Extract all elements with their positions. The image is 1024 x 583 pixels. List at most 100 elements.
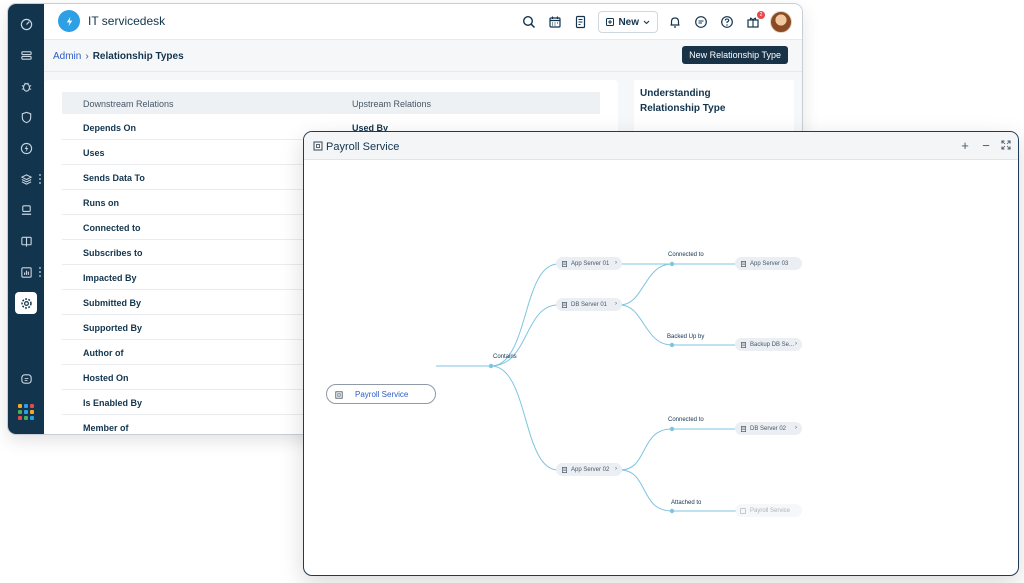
edge-label-backed-up-by: Backed Up by bbox=[667, 334, 705, 340]
service-ci-icon bbox=[335, 391, 343, 399]
admin-gear-icon[interactable] bbox=[15, 292, 37, 314]
edge-contains-app02 bbox=[490, 365, 559, 471]
chevron-right-icon: › bbox=[795, 341, 797, 347]
service-ci-icon bbox=[740, 507, 746, 514]
server-icon bbox=[740, 425, 746, 432]
node-app-server-02[interactable]: App Server 02 › bbox=[556, 463, 622, 476]
user-avatar[interactable] bbox=[770, 11, 792, 33]
downstream-cell: Hosted On bbox=[83, 373, 129, 383]
node-label: App Server 02 bbox=[571, 466, 610, 473]
edge-label-contains: Contains bbox=[493, 354, 517, 360]
edge-db01-backedup bbox=[619, 304, 673, 346]
calendar-icon[interactable] bbox=[546, 13, 564, 31]
assets-more-icon[interactable] bbox=[39, 174, 42, 184]
edge-contains-app01 bbox=[490, 263, 559, 367]
server-icon bbox=[561, 260, 567, 267]
relationship-graph[interactable]: Payroll Service Contains Connected to Ba… bbox=[304, 160, 1018, 575]
edge-label-connected-to: Connected to bbox=[668, 417, 704, 423]
page-title: Relationship Types bbox=[92, 51, 184, 62]
fullscreen-icon[interactable] bbox=[998, 138, 1014, 154]
new-relationship-type-button[interactable]: New Relationship Type bbox=[682, 46, 788, 64]
bell-icon[interactable] bbox=[666, 13, 684, 31]
notification-badge: 2 bbox=[757, 11, 765, 19]
chevron-right-icon: › bbox=[615, 260, 617, 266]
root-node-payroll-service[interactable]: Payroll Service bbox=[326, 384, 436, 404]
breadcrumb: Admin › Relationship Types bbox=[53, 51, 184, 62]
assets-layers-icon[interactable] bbox=[15, 168, 37, 190]
server-icon bbox=[561, 301, 567, 308]
service-catalog-icon[interactable] bbox=[15, 199, 37, 221]
junction-contains bbox=[488, 363, 494, 369]
node-label: Payroll Service bbox=[750, 507, 791, 514]
map-title: Payroll Service bbox=[326, 141, 400, 153]
node-label: Backup DB Se... bbox=[750, 341, 795, 348]
solutions-book-icon[interactable] bbox=[15, 230, 37, 252]
chevron-right-icon: › bbox=[615, 466, 617, 472]
downstream-cell: Sends Data To bbox=[83, 173, 145, 183]
app-switcher-icon[interactable] bbox=[18, 404, 34, 420]
app-title: IT servicedesk bbox=[88, 14, 166, 28]
table-header: Downstream Relations Upstream Relations bbox=[62, 92, 600, 114]
graph-edges bbox=[436, 261, 736, 514]
downstream-cell: Connected to bbox=[83, 223, 141, 233]
sidebar bbox=[8, 4, 44, 434]
reports-more-icon[interactable] bbox=[39, 267, 42, 277]
zoom-out-button[interactable]: − bbox=[978, 138, 994, 154]
node-label: App Server 03 bbox=[750, 260, 789, 267]
releases-bolt-icon[interactable] bbox=[15, 137, 37, 159]
node-db-server-01[interactable]: DB Server 01 › bbox=[556, 298, 622, 311]
tickets-icon[interactable] bbox=[15, 44, 37, 66]
node-label: App Server 01 bbox=[571, 260, 610, 267]
junction-connected-2 bbox=[669, 426, 675, 432]
downstream-cell: Runs on bbox=[83, 198, 119, 208]
downstream-cell: Uses bbox=[83, 148, 105, 158]
node-payroll-service-faded[interactable]: Payroll Service bbox=[735, 504, 802, 517]
node-app-server-03[interactable]: App Server 03 bbox=[735, 257, 802, 270]
chevron-down-icon bbox=[643, 20, 650, 24]
downstream-cell: Subscribes to bbox=[83, 248, 143, 258]
reports-chart-icon[interactable] bbox=[15, 261, 37, 283]
changes-shield-icon[interactable] bbox=[15, 106, 37, 128]
edge-label-connected-to: Connected to bbox=[668, 252, 704, 258]
zoom-in-button[interactable]: + bbox=[957, 138, 973, 154]
column-header-downstream: Downstream Relations bbox=[83, 99, 174, 109]
breadcrumb-separator: › bbox=[85, 51, 89, 62]
root-node-label: Payroll Service bbox=[355, 390, 409, 399]
servicedesk-logo-icon bbox=[58, 10, 80, 32]
downstream-cell: Author of bbox=[83, 348, 124, 358]
dashboard-icon[interactable] bbox=[15, 13, 37, 35]
help-icon[interactable] bbox=[718, 13, 736, 31]
chat-icon[interactable] bbox=[15, 368, 37, 390]
node-app-server-01[interactable]: App Server 01 › bbox=[556, 257, 622, 270]
new-plus-square-icon bbox=[606, 18, 615, 26]
notes-icon[interactable] bbox=[572, 13, 590, 31]
edge-db01-connected bbox=[619, 263, 673, 306]
header-actions: New 2 bbox=[520, 9, 792, 35]
junction-connected-1 bbox=[669, 261, 675, 267]
new-button-label: New bbox=[618, 16, 639, 28]
junction-attached bbox=[669, 508, 675, 514]
downstream-cell: Member of bbox=[83, 423, 129, 433]
map-header: Payroll Service + − bbox=[304, 132, 1018, 160]
service-ci-icon bbox=[313, 141, 323, 151]
node-db-server-02[interactable]: DB Server 02 › bbox=[735, 422, 802, 435]
column-header-upstream: Upstream Relations bbox=[352, 99, 432, 109]
node-label: DB Server 01 bbox=[571, 301, 608, 308]
node-label: DB Server 02 bbox=[750, 425, 787, 432]
search-icon[interactable] bbox=[520, 13, 538, 31]
chevron-right-icon: › bbox=[795, 425, 797, 431]
new-button[interactable]: New bbox=[598, 11, 658, 33]
downstream-cell: Is Enabled By bbox=[83, 398, 143, 408]
relationship-map-window: Payroll Service + − Payroll Service Cont… bbox=[303, 131, 1019, 576]
server-icon bbox=[740, 341, 746, 348]
problems-bug-icon[interactable] bbox=[15, 75, 37, 97]
server-icon bbox=[740, 260, 746, 267]
breadcrumb-admin-link[interactable]: Admin bbox=[53, 51, 81, 62]
edge-app02-connected bbox=[619, 428, 673, 471]
gift-icon[interactable]: 2 bbox=[744, 11, 765, 31]
side-panel-title: Understanding Relationship Type bbox=[640, 88, 726, 114]
page-header: Admin › Relationship Types New Relationshi… bbox=[44, 40, 802, 72]
chevron-right-icon: › bbox=[615, 301, 617, 307]
node-backup-db-server[interactable]: Backup DB Se... › bbox=[735, 338, 802, 351]
chat-bubble-icon[interactable] bbox=[692, 13, 710, 31]
